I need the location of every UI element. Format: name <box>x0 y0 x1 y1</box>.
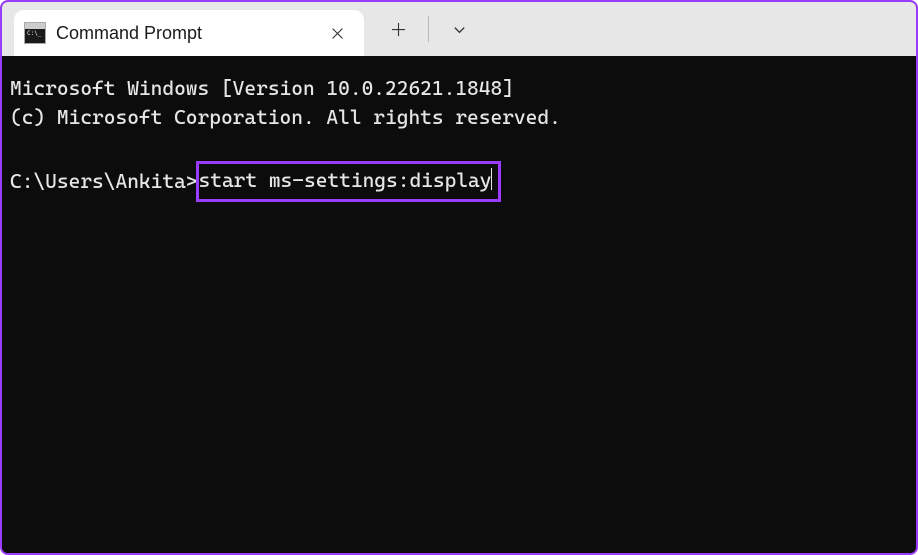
tab-strip: C:\_ Command Prompt <box>2 2 364 56</box>
plus-icon <box>391 22 406 37</box>
cmd-icon: C:\_ <box>24 22 46 44</box>
typed-command: start ms-settings:display <box>199 168 492 192</box>
titlebar-divider <box>428 16 429 42</box>
version-line: Microsoft Windows [Version 10.0.22621.18… <box>10 74 908 103</box>
new-tab-button[interactable] <box>374 7 422 51</box>
terminal-window: C:\_ Command Prompt <box>0 0 918 555</box>
blank-line <box>10 132 908 161</box>
chevron-down-icon <box>452 22 467 37</box>
tab-title: Command Prompt <box>56 23 324 44</box>
copyright-line: (c) Microsoft Corporation. All rights re… <box>10 103 908 132</box>
prompt-line: C:\Users\Ankita>start ms-settings:displa… <box>10 161 908 202</box>
tab-dropdown-button[interactable] <box>435 7 483 51</box>
tab-close-button[interactable] <box>324 20 350 46</box>
close-icon <box>331 27 344 40</box>
command-highlight: start ms-settings:display <box>196 161 502 202</box>
titlebar: C:\_ Command Prompt <box>2 2 916 56</box>
titlebar-actions <box>364 2 483 56</box>
cmd-icon-text: C:\_ <box>27 31 41 37</box>
terminal-output[interactable]: Microsoft Windows [Version 10.0.22621.18… <box>2 56 916 553</box>
text-cursor <box>491 168 492 190</box>
tab-command-prompt[interactable]: C:\_ Command Prompt <box>14 10 364 56</box>
prompt-path: C:\Users\Ankita> <box>10 167 198 196</box>
